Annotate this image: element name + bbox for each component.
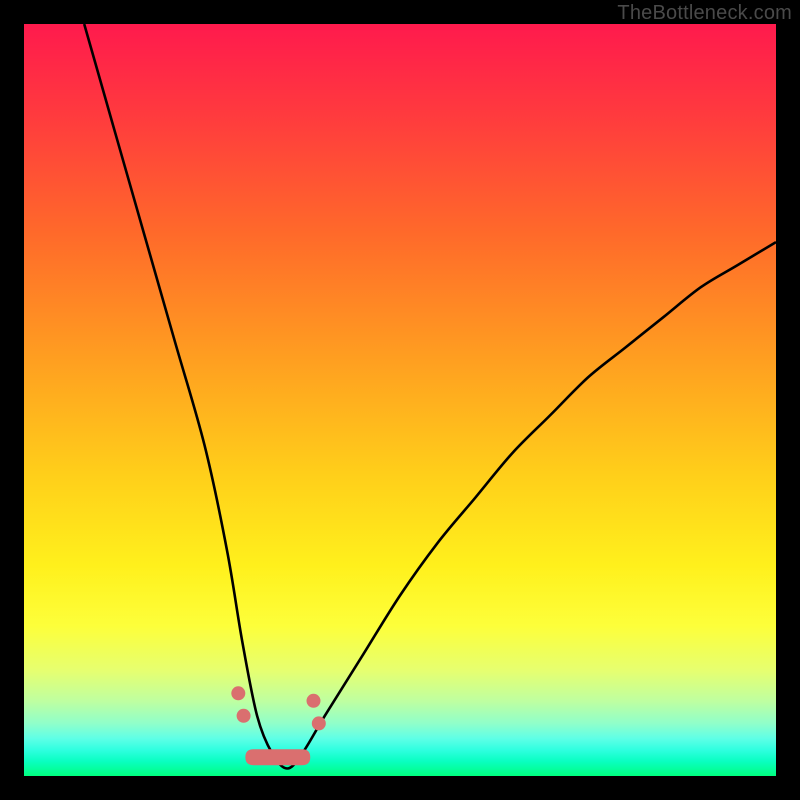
curve-marker-dot: [312, 716, 326, 730]
bottleneck-curve: [84, 24, 776, 769]
bottleneck-curve-svg: [24, 24, 776, 776]
curve-marker-dot: [231, 686, 245, 700]
curve-marker-dot: [307, 694, 321, 708]
curve-marker-dot: [237, 709, 251, 723]
chart-plot-area: [24, 24, 776, 776]
watermark-text: TheBottleneck.com: [617, 2, 792, 25]
curve-markers: [231, 686, 325, 730]
curve-trough-highlight: [245, 749, 310, 765]
